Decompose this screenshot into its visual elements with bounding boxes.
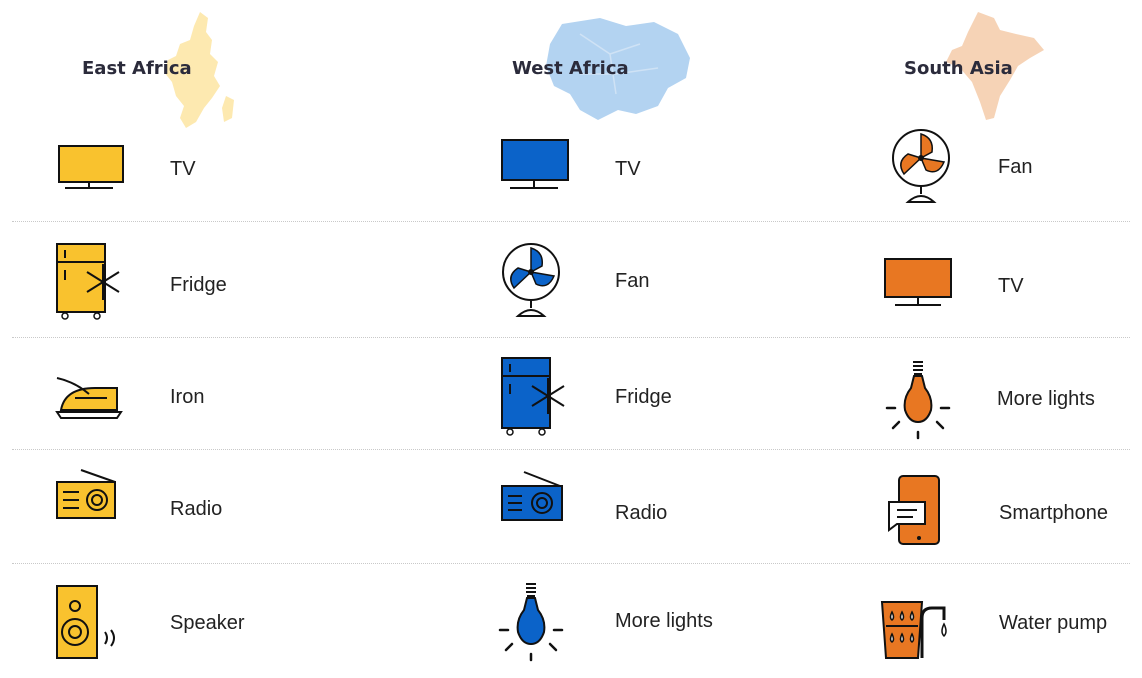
tv-icon xyxy=(884,258,952,306)
list-item-fan: Fan xyxy=(890,128,1142,208)
row-divider xyxy=(12,449,1130,450)
item-label: TV xyxy=(615,158,641,180)
region-west-africa: West Africa xyxy=(380,0,760,664)
fan-icon xyxy=(892,129,950,203)
item-label: Speaker xyxy=(170,612,245,634)
item-label: Fridge xyxy=(615,386,672,408)
lightbulb-icon xyxy=(885,361,951,440)
list-item-fridge: Fridge xyxy=(55,240,355,320)
tv-icon xyxy=(501,139,569,189)
list-item-more-lights: More lights xyxy=(498,582,798,662)
list-item-speaker: Speaker xyxy=(55,584,355,664)
smartphone-icon xyxy=(888,475,940,545)
iron-icon xyxy=(55,377,123,419)
tv-icon xyxy=(58,145,124,189)
water-pump-icon xyxy=(880,601,947,659)
fridge-icon xyxy=(501,357,565,436)
list-item-tv: TV xyxy=(55,138,355,218)
item-label: Radio xyxy=(170,498,223,520)
item-label: More lights xyxy=(997,388,1095,410)
radio-icon xyxy=(56,469,116,519)
region-title: West Africa xyxy=(512,58,629,79)
item-label: Fridge xyxy=(170,274,227,296)
fridge-icon xyxy=(56,243,120,320)
list-item-fridge: Fridge xyxy=(500,356,800,436)
list-item-smartphone: Smartphone xyxy=(885,474,1142,554)
item-label: Fan xyxy=(998,156,1033,178)
list-item-radio: Radio xyxy=(500,470,800,550)
speaker-icon xyxy=(56,585,115,659)
row-divider xyxy=(12,337,1130,338)
list-item-water-pump: Water pump xyxy=(880,598,1142,678)
radio-icon xyxy=(501,471,563,521)
lightbulb-icon xyxy=(498,583,564,662)
list-item-tv: TV xyxy=(883,257,1142,337)
region-title: East Africa xyxy=(82,58,192,79)
row-divider xyxy=(12,221,1130,222)
item-label: TV xyxy=(170,158,196,180)
item-label: Iron xyxy=(170,386,205,408)
list-item-more-lights: More lights xyxy=(885,360,1142,440)
list-item-radio: Radio xyxy=(55,466,355,546)
list-item-tv: TV xyxy=(500,138,800,218)
item-label: Smartphone xyxy=(999,502,1108,524)
item-label: Fan xyxy=(615,270,650,292)
region-east-africa: East Africa xyxy=(0,0,380,664)
region-title: South Asia xyxy=(904,58,1013,79)
list-item-iron: Iron xyxy=(55,368,355,448)
item-label: TV xyxy=(998,275,1024,297)
fan-icon xyxy=(502,243,560,317)
item-label: Water pump xyxy=(999,612,1108,634)
list-item-fan: Fan xyxy=(500,242,800,322)
row-divider xyxy=(12,563,1130,564)
item-label: More lights xyxy=(615,610,713,632)
item-label: Radio xyxy=(615,502,668,524)
